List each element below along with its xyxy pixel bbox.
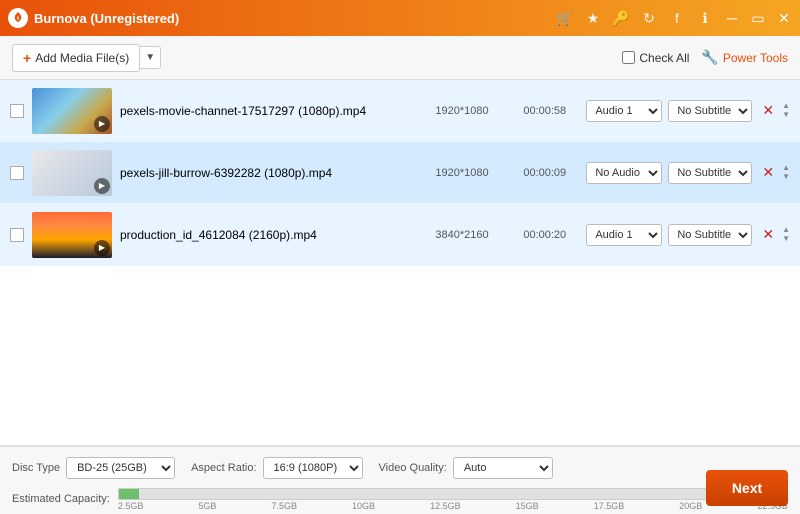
video-quality-group: Video Quality: Auto High Medium Low	[379, 457, 553, 479]
row-controls-3: Audio 1 No Audio No Subtitle ✕ ▲ ▼	[586, 224, 790, 246]
duration-3: 00:00:20	[523, 229, 578, 241]
thumbnail-2: ▶	[32, 150, 112, 196]
capacity-label: Estimated Capacity:	[12, 493, 110, 505]
delete-icon-2[interactable]: ✕	[762, 164, 774, 181]
duration-1: 00:00:58	[523, 105, 578, 117]
row-checkbox-3[interactable]	[10, 228, 24, 242]
tick-7: 17.5GB	[594, 501, 625, 511]
minimize-button[interactable]: ─	[724, 10, 740, 26]
aspect-ratio-select[interactable]: 16:9 (1080P) 4:3	[263, 457, 363, 479]
cart-icon[interactable]: 🛒	[556, 9, 574, 27]
arrow-down-2[interactable]: ▼	[782, 173, 790, 181]
video-quality-select[interactable]: Auto High Medium Low	[453, 457, 553, 479]
bottom-options: Disc Type BD-25 (25GB) BD-50 (50GB) DVD-…	[0, 447, 800, 485]
duration-2: 00:00:09	[523, 167, 578, 179]
table-row: ▶ pexels-jill-burrow-6392282 (1080p).mp4…	[0, 142, 800, 204]
aspect-ratio-label: Aspect Ratio:	[191, 462, 256, 474]
capacity-bar-fill	[119, 489, 139, 499]
subtitle-select-3[interactable]: No Subtitle	[668, 224, 752, 246]
capacity-ticks: 2.5GB 5GB 7.5GB 10GB 12.5GB 15GB 17.5GB …	[118, 501, 788, 511]
wrench-icon: 🔧	[701, 49, 718, 66]
star-icon[interactable]: ★	[584, 9, 602, 27]
bottom-bar: Disc Type BD-25 (25GB) BD-50 (50GB) DVD-…	[0, 446, 800, 514]
close-button[interactable]: ✕	[776, 10, 792, 26]
dimensions-1: 1920*1080	[435, 105, 515, 117]
tick-5: 12.5GB	[430, 501, 461, 511]
facebook-icon[interactable]: f	[668, 9, 686, 27]
restore-button[interactable]: ▭	[750, 10, 766, 26]
audio-select-1[interactable]: Audio 1 No Audio	[586, 100, 662, 122]
filename-2: pexels-jill-burrow-6392282 (1080p).mp4	[120, 166, 427, 180]
add-media-button[interactable]: + Add Media File(s)	[12, 44, 140, 72]
disc-type-select[interactable]: BD-25 (25GB) BD-50 (50GB) DVD-5 (4.7GB)	[66, 457, 175, 479]
row-arrows-3: ▲ ▼	[782, 226, 790, 243]
power-tools-label: Power Tools	[723, 51, 788, 65]
check-all-group: Check All	[622, 51, 689, 65]
aspect-ratio-group: Aspect Ratio: 16:9 (1080P) 4:3	[191, 457, 362, 479]
refresh-icon[interactable]: ↻	[640, 9, 658, 27]
arrow-up-2[interactable]: ▲	[782, 164, 790, 172]
row-arrows-2: ▲ ▼	[782, 164, 790, 181]
tick-2: 5GB	[198, 501, 216, 511]
video-quality-label: Video Quality:	[379, 462, 447, 474]
arrow-up-1[interactable]: ▲	[782, 102, 790, 110]
row-checkbox-1[interactable]	[10, 104, 24, 118]
tick-6: 15GB	[516, 501, 539, 511]
add-media-label: Add Media File(s)	[35, 51, 129, 65]
info-icon[interactable]: ℹ	[696, 9, 714, 27]
check-all-checkbox[interactable]	[622, 51, 635, 64]
delete-icon-3[interactable]: ✕	[762, 226, 774, 243]
subtitle-select-2[interactable]: No Subtitle	[668, 162, 752, 184]
play-overlay-3: ▶	[94, 240, 110, 256]
dimensions-3: 3840*2160	[435, 229, 515, 241]
app-icon	[8, 8, 28, 28]
row-checkbox-2[interactable]	[10, 166, 24, 180]
toolbar-right: Check All 🔧 Power Tools	[622, 49, 788, 66]
subtitle-select-1[interactable]: No Subtitle	[668, 100, 752, 122]
table-row: ▶ production_id_4612084 (2160p).mp4 3840…	[0, 204, 800, 266]
media-list: ▶ pexels-movie-channet-17517297 (1080p).…	[0, 80, 800, 446]
audio-select-2[interactable]: No Audio Audio 1	[586, 162, 662, 184]
tick-1: 2.5GB	[118, 501, 144, 511]
arrow-up-3[interactable]: ▲	[782, 226, 790, 234]
add-media-dropdown-button[interactable]: ▼	[140, 46, 161, 69]
filename-1: pexels-movie-channet-17517297 (1080p).mp…	[120, 104, 427, 118]
plus-icon: +	[23, 50, 31, 66]
capacity-bar-bg	[118, 488, 788, 500]
title-bar-icons: 🛒 ★ 🔑 ↻ f ℹ ─ ▭ ✕	[556, 9, 792, 27]
delete-icon-1[interactable]: ✕	[762, 102, 774, 119]
arrow-down-1[interactable]: ▼	[782, 111, 790, 119]
arrow-down-3[interactable]: ▼	[782, 235, 790, 243]
capacity-bar-container: 2.5GB 5GB 7.5GB 10GB 12.5GB 15GB 17.5GB …	[118, 488, 788, 511]
audio-select-3[interactable]: Audio 1 No Audio	[586, 224, 662, 246]
thumbnail-3: ▶	[32, 212, 112, 258]
key-icon[interactable]: 🔑	[612, 9, 630, 27]
row-controls-2: No Audio Audio 1 No Subtitle ✕ ▲ ▼	[586, 162, 790, 184]
add-media-group: + Add Media File(s) ▼	[12, 44, 161, 72]
row-arrows-1: ▲ ▼	[782, 102, 790, 119]
row-controls-1: Audio 1 No Audio No Subtitle ✕ ▲ ▼	[586, 100, 790, 122]
play-overlay-2: ▶	[94, 178, 110, 194]
title-bar-left: Burnova (Unregistered)	[8, 8, 179, 28]
power-tools-button[interactable]: 🔧 Power Tools	[701, 49, 788, 66]
play-overlay-1: ▶	[94, 116, 110, 132]
tick-4: 10GB	[352, 501, 375, 511]
tick-8: 20GB	[679, 501, 702, 511]
filename-3: production_id_4612084 (2160p).mp4	[120, 228, 427, 242]
title-bar: Burnova (Unregistered) 🛒 ★ 🔑 ↻ f ℹ ─ ▭ ✕	[0, 0, 800, 36]
table-row: ▶ pexels-movie-channet-17517297 (1080p).…	[0, 80, 800, 142]
disc-type-label: Disc Type	[12, 462, 60, 474]
next-button[interactable]: Next	[706, 470, 788, 506]
dimensions-2: 1920*1080	[435, 167, 515, 179]
tick-3: 7.5GB	[271, 501, 297, 511]
app-title: Burnova (Unregistered)	[34, 11, 179, 26]
check-all-label: Check All	[639, 51, 689, 65]
thumbnail-1: ▶	[32, 88, 112, 134]
toolbar: + Add Media File(s) ▼ Check All 🔧 Power …	[0, 36, 800, 80]
capacity-row: Estimated Capacity: 2.5GB 5GB 7.5GB 10GB…	[0, 485, 800, 513]
disc-type-group: Disc Type BD-25 (25GB) BD-50 (50GB) DVD-…	[12, 457, 175, 479]
